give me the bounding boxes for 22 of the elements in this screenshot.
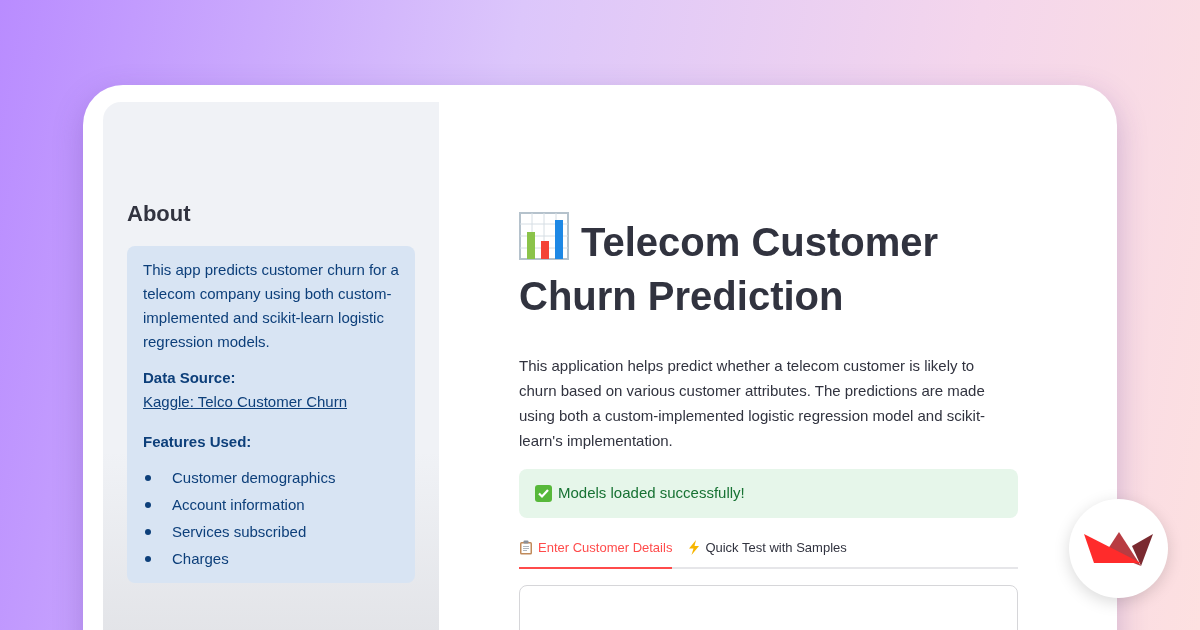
bar-chart-icon [519,212,569,260]
feature-item: Customer demographics [172,468,336,488]
alert-text: Models loaded successfully! [558,483,745,503]
feature-item: Charges [172,549,229,569]
boat-logo-icon [1083,531,1154,566]
page-title: Telecom Customer Churn Prediction [519,212,989,323]
feature-item: Account information [172,495,305,515]
sidebar-heading: About [127,200,192,228]
feature-item: Services subscribed [172,522,307,542]
lightning-icon [688,539,701,555]
clipboard-icon [519,539,533,555]
about-description: This app predicts customer churn for a telecom company using both custom-implemented and scikit-learn logistic regression models. [143,260,399,352]
bullet-icon [145,529,151,535]
data-source-link[interactable]: Kaggle: Telco Customer Churn [143,390,347,414]
bullet-icon [145,502,151,508]
intro-paragraph: This application helps predict whether a telecom customer is likely to churn based on various customer attributes. The predictions are made using both a custom-implemented logistic regression model and scikit-learn's implementation. [519,356,987,451]
tab[interactable]: Quick Test with Samples [688,537,847,569]
data-source: Data Source: Kaggle: Telco Customer Churn [143,366,399,414]
bullet-icon [145,475,151,481]
features-heading: Features Used: [143,432,253,452]
check-icon [535,484,552,502]
bullet-icon [145,556,151,562]
